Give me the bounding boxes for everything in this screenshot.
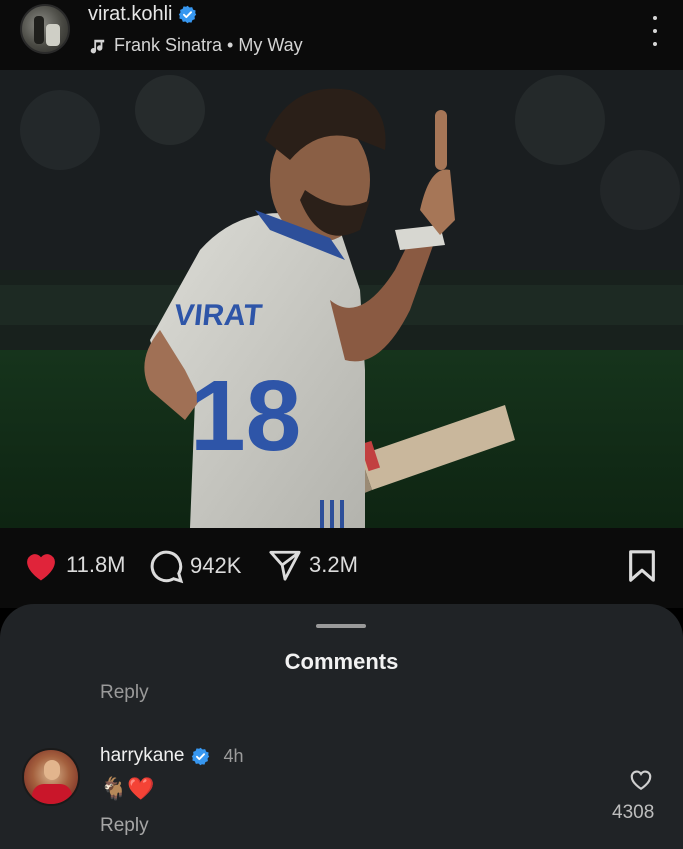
avatar-figure xyxy=(46,24,60,46)
comment-count: 942K xyxy=(190,553,242,578)
heart-outline-icon xyxy=(630,770,652,791)
verified-badge-icon xyxy=(191,747,209,765)
comments-sheet: Comments Reply harrykane 4h 🐐❤️ Reply 43… xyxy=(0,604,683,849)
like-count: 11.8M xyxy=(66,552,126,577)
avatar-head xyxy=(44,760,60,780)
post-media[interactable]: VIRAT 18 xyxy=(0,70,683,528)
post-action-bar: 11.8M 942K 3.2M xyxy=(0,528,683,608)
comment-text: 🐐❤️ xyxy=(100,776,155,801)
audio-row[interactable]: Frank Sinatra • My Way xyxy=(88,35,303,56)
more-options-icon[interactable] xyxy=(649,16,661,46)
bookmark-icon xyxy=(629,550,655,582)
share-count: 3.2M xyxy=(309,552,358,577)
jersey-name: VIRAT xyxy=(172,299,264,332)
post-photo: VIRAT 18 xyxy=(0,70,683,528)
commenter-avatar[interactable] xyxy=(22,748,80,806)
verified-badge-icon xyxy=(179,5,197,24)
music-note-icon xyxy=(90,39,105,53)
username[interactable]: virat.kohli xyxy=(88,3,172,26)
share-button[interactable]: 3.2M xyxy=(267,548,358,582)
comment-like-count: 4308 xyxy=(612,802,655,823)
reply-button[interactable]: Reply xyxy=(100,815,149,837)
comment-like-button[interactable] xyxy=(628,767,654,796)
sheet-title: Comments xyxy=(284,649,399,674)
reply-button[interactable]: Reply xyxy=(100,682,149,704)
comment-header: harrykane 4h xyxy=(100,745,244,767)
post-header: virat.kohli Frank Sinatra • My Way xyxy=(0,0,683,70)
like-button[interactable]: 11.8M xyxy=(22,548,126,582)
avatar-figure xyxy=(34,16,44,44)
comment-button[interactable]: 942K xyxy=(148,548,241,584)
comment-bubble-icon xyxy=(150,550,184,584)
jersey-number: 18 xyxy=(190,360,301,472)
profile-avatar[interactable] xyxy=(20,4,70,54)
paper-plane-icon xyxy=(269,550,301,581)
commenter-username[interactable]: harrykane xyxy=(100,745,185,767)
username-row[interactable]: virat.kohli xyxy=(88,3,197,26)
avatar-shirt xyxy=(32,784,72,804)
heart-filled-icon xyxy=(27,554,55,581)
save-button[interactable] xyxy=(627,549,657,588)
comment-time: 4h xyxy=(223,745,244,766)
audio-track: Frank Sinatra • My Way xyxy=(114,35,303,55)
sheet-drag-handle[interactable] xyxy=(316,624,366,628)
